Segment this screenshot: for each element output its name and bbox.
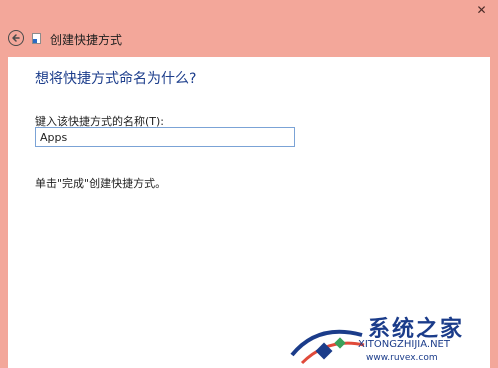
instruction-text: 单击"完成"创建快捷方式。 bbox=[35, 177, 167, 190]
watermark-emblem-icon bbox=[290, 329, 365, 365]
watermark-subtitle: XITONGZHIJIA.NET bbox=[358, 339, 450, 350]
watermark-url: www.ruvex.com bbox=[366, 353, 438, 363]
shortcut-icon bbox=[32, 33, 41, 44]
shortcut-name-input[interactable] bbox=[35, 127, 295, 147]
wizard-titlebar: 创建快捷方式 bbox=[0, 26, 498, 52]
close-button[interactable]: ✕ bbox=[465, 0, 498, 20]
close-icon: ✕ bbox=[476, 3, 487, 17]
watermark-logo: 系统之家 XITONGZHIJIA.NET www.ruvex.com bbox=[288, 305, 494, 365]
shortcut-wizard-window: ✕ 创建快捷方式 想将快捷方式命名为什么? 键入该快捷方式的名称(T): 单击"… bbox=[0, 0, 498, 368]
back-button[interactable] bbox=[8, 30, 24, 46]
back-arrow-icon bbox=[12, 34, 20, 42]
page-heading: 想将快捷方式命名为什么? bbox=[35, 71, 197, 87]
wizard-title: 创建快捷方式 bbox=[50, 33, 123, 47]
